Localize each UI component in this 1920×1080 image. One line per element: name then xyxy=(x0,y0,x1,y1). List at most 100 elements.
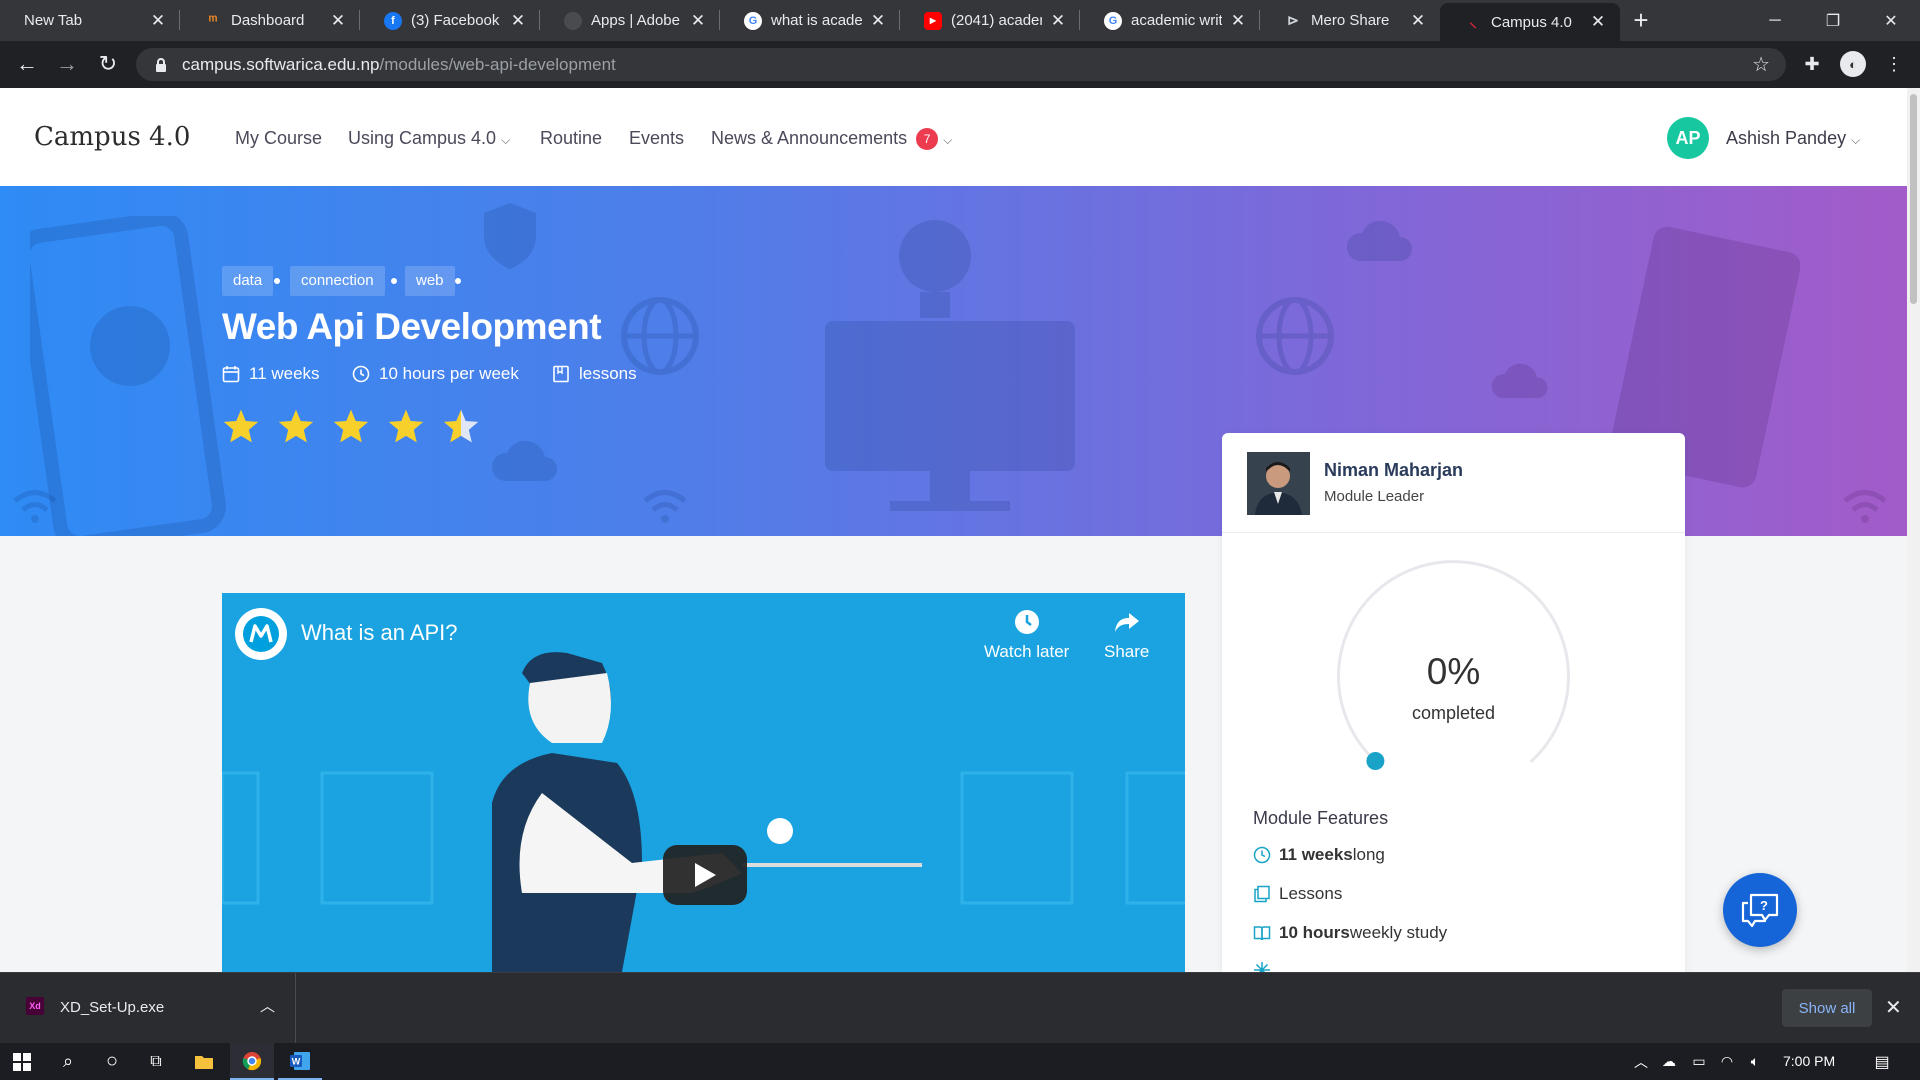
rating-star-icon xyxy=(388,409,424,443)
word-taskbar-icon[interactable]: W xyxy=(278,1043,322,1080)
dashboard-icon: ᵐ xyxy=(208,12,218,29)
tab-close-icon[interactable]: ✕ xyxy=(508,11,528,31)
back-icon[interactable]: ← xyxy=(12,49,42,79)
menu-kebab-icon[interactable]: ⋮ xyxy=(1881,51,1907,77)
scrollbar-thumb[interactable] xyxy=(1910,94,1917,304)
download-item[interactable]: Xd XD_Set-Up.exe ︿ xyxy=(0,973,296,1044)
lock-icon xyxy=(156,57,166,72)
chevron-up-icon[interactable]: ︿ xyxy=(260,995,275,1016)
feature-lessons-text: Lessons xyxy=(1279,884,1343,903)
module-lessons: lessons xyxy=(552,364,637,384)
leader-photo[interactable] xyxy=(1247,452,1310,515)
tab-close-icon[interactable]: ✕ xyxy=(688,11,708,31)
tab-close-icon[interactable]: ✕ xyxy=(868,11,888,31)
campus-icon: ⸜ xyxy=(1469,14,1477,31)
search-icon[interactable]: ⌕ xyxy=(48,1043,88,1080)
tab-close-icon[interactable]: ✕ xyxy=(1048,11,1068,31)
windows-start-icon[interactable] xyxy=(0,1043,44,1080)
tab-close-icon[interactable]: ✕ xyxy=(1408,11,1428,31)
clock-icon xyxy=(1253,846,1271,864)
forward-icon[interactable]: → xyxy=(52,49,82,79)
mulesoft-icon xyxy=(243,616,279,652)
progress-percent: 0% xyxy=(1426,651,1481,692)
reload-icon[interactable]: ↻ xyxy=(93,49,123,79)
download-bar: Xd XD_Set-Up.exe ︿ Show all ✕ xyxy=(0,972,1920,1044)
browser-tab[interactable]: New Tab ✕ xyxy=(0,0,180,41)
help-chat-button[interactable]: ? xyxy=(1723,873,1797,947)
nav-news[interactable]: News & Announcements 7 ⌵ xyxy=(711,128,952,150)
browser-tab-active[interactable]: ⸜ Campus 4.0 ✕ xyxy=(1440,3,1620,41)
notifications-icon[interactable]: ▤ xyxy=(1862,1043,1902,1080)
show-all-button[interactable]: Show all xyxy=(1782,989,1872,1027)
video-title[interactable]: What is an API? xyxy=(301,620,458,646)
restore-icon[interactable]: ❐ xyxy=(1804,0,1862,41)
book-icon xyxy=(1253,926,1271,941)
module-tag[interactable]: data xyxy=(222,266,274,296)
page-scrollbar[interactable] xyxy=(1907,88,1920,972)
volume-icon[interactable]: 🔈︎ xyxy=(1742,1043,1768,1080)
feature-weeks-bold: 11 weeks xyxy=(1279,845,1353,864)
browser-tab[interactable]: f (3) Facebook ✕ xyxy=(360,0,540,41)
new-tab-button[interactable]: + xyxy=(1620,0,1662,41)
module-tag[interactable]: connection xyxy=(290,266,385,296)
facebook-icon: f xyxy=(384,11,402,30)
bookmark-star-icon[interactable]: ☆ xyxy=(1752,52,1770,77)
tab-close-icon[interactable]: ✕ xyxy=(1228,11,1248,31)
adobe-icon xyxy=(564,11,582,30)
profile-avatar-icon[interactable]: ◐ xyxy=(1840,51,1866,77)
battery-icon[interactable]: ▭ xyxy=(1686,1043,1712,1080)
browser-tab[interactable]: ▶ (2041) academ ✕ xyxy=(900,0,1080,41)
meroshare-icon: ⊳ xyxy=(1287,12,1299,28)
browser-tab[interactable]: G what is academ ✕ xyxy=(720,0,900,41)
nav-routine[interactable]: Routine xyxy=(540,128,602,149)
leader-name[interactable]: Niman Maharjan xyxy=(1324,460,1463,481)
wifi-icon xyxy=(1843,490,1887,523)
channel-logo-icon[interactable] xyxy=(235,608,287,660)
tab-title: (2041) academ xyxy=(951,12,1042,29)
cortana-icon[interactable]: ○ xyxy=(92,1043,132,1080)
campus-logo[interactable]: Campus 4.0 xyxy=(34,122,190,152)
chevron-up-icon[interactable]: ︿ xyxy=(1630,1043,1652,1080)
tab-close-icon[interactable]: ✕ xyxy=(148,11,168,31)
minimize-icon[interactable]: ─ xyxy=(1746,0,1804,41)
extensions-icon[interactable]: ✚ xyxy=(1799,51,1825,77)
wifi-icon xyxy=(13,490,57,523)
watch-later-button[interactable]: Watch later xyxy=(984,608,1069,662)
close-window-icon[interactable]: ✕ xyxy=(1862,0,1920,41)
share-button[interactable]: Share xyxy=(1104,608,1149,662)
browser-tab[interactable]: G academic writin ✕ xyxy=(1080,0,1260,41)
user-menu[interactable]: Ashish Pandey ⌵ xyxy=(1726,128,1860,149)
nav-using-campus[interactable]: Using Campus 4.0 ⌵ xyxy=(348,128,510,149)
close-icon[interactable]: ✕ xyxy=(1885,995,1902,1020)
watch-later-label: Watch later xyxy=(984,642,1070,661)
chrome-taskbar-icon[interactable] xyxy=(230,1043,274,1080)
video-player[interactable]: What is an API? Watch later Share xyxy=(222,593,1185,972)
calendar-icon xyxy=(222,366,240,383)
chrome-icon xyxy=(242,1051,262,1070)
taskbar-clock[interactable]: 7:00 PM xyxy=(1783,1053,1835,1069)
feature-hours-bold: 10 hours xyxy=(1279,923,1350,942)
tab-title: Mero Share xyxy=(1311,12,1390,29)
file-explorer-icon[interactable] xyxy=(184,1043,224,1080)
browser-tab[interactable]: ⊳ Mero Share ✕ xyxy=(1260,0,1440,41)
nav-my-course[interactable]: My Course xyxy=(235,128,322,149)
tab-close-icon[interactable]: ✕ xyxy=(328,11,348,31)
browser-tab[interactable]: ᵐ Dashboard ✕ xyxy=(180,0,360,41)
module-tag[interactable]: web xyxy=(405,266,455,296)
tab-close-icon[interactable]: ✕ xyxy=(1588,12,1608,32)
browser-tab[interactable]: Apps | Adobe C ✕ xyxy=(540,0,720,41)
chevron-down-icon: ⌵ xyxy=(943,133,953,147)
onedrive-icon[interactable]: ☁ xyxy=(1656,1043,1682,1080)
nav-events[interactable]: Events xyxy=(629,128,684,149)
chevron-down-icon: ⌵ xyxy=(501,133,511,147)
tag-separator-dot xyxy=(274,278,280,284)
tab-title: (3) Facebook xyxy=(411,12,500,29)
logo-text: Campus 4.0 xyxy=(34,122,191,152)
feature-more xyxy=(1253,961,1279,972)
play-button[interactable] xyxy=(663,845,747,905)
user-avatar[interactable]: AP xyxy=(1667,117,1709,159)
wifi-icon[interactable]: ◠ xyxy=(1714,1043,1740,1080)
task-view-icon[interactable]: ⧉ xyxy=(136,1043,176,1080)
rating-star-icon xyxy=(278,409,314,443)
address-bar[interactable]: campus.softwarica.edu.np/modules/web-api… xyxy=(136,48,1786,81)
